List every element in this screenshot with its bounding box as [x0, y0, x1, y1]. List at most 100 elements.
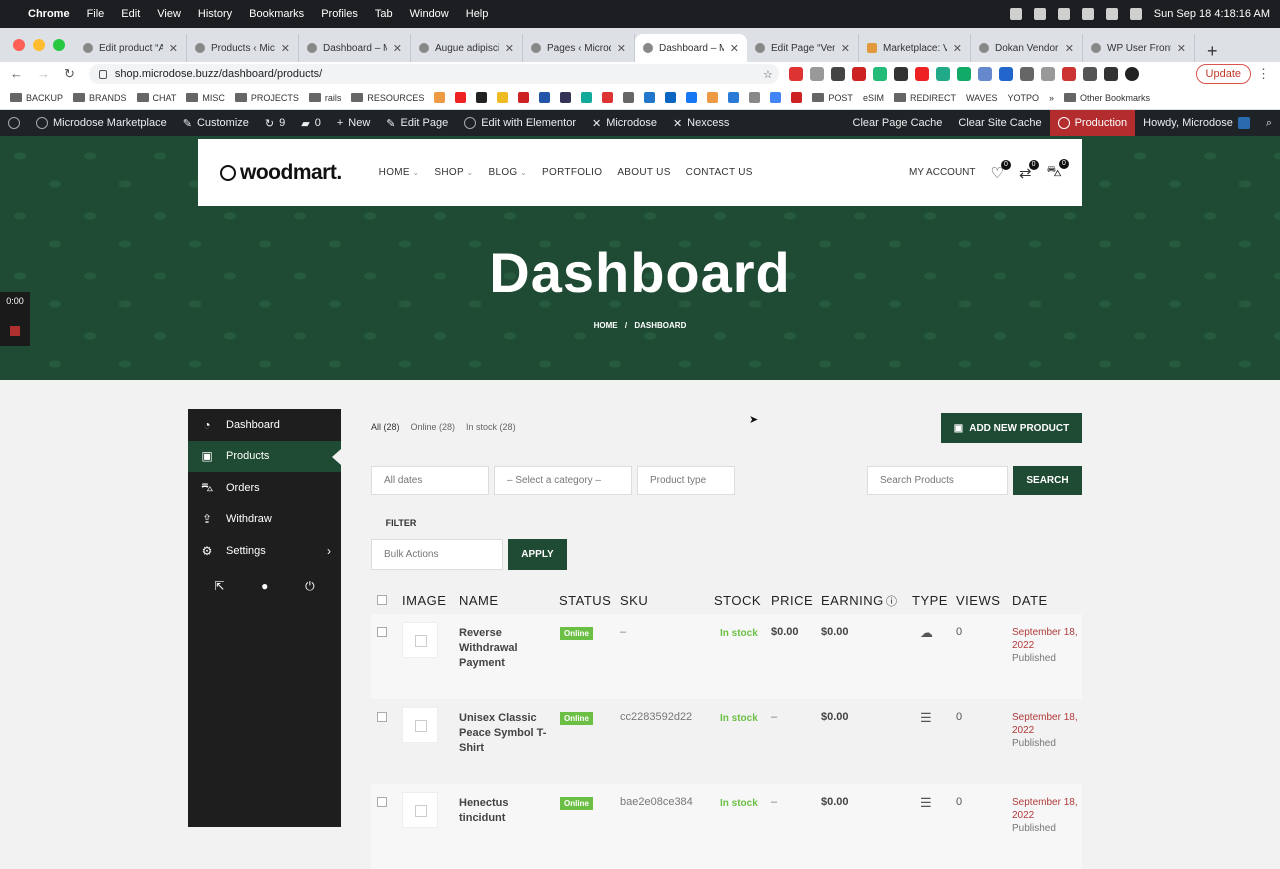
browser-tab[interactable]: Pages ‹ Microd ✕: [523, 34, 635, 62]
category-select[interactable]: – Select a category –: [494, 466, 632, 495]
search-button[interactable]: SEARCH: [1013, 466, 1082, 495]
bookmark-folder[interactable]: rails: [309, 93, 342, 103]
apply-button[interactable]: APPLY: [508, 539, 567, 570]
close-tab-icon[interactable]: ✕: [1065, 42, 1074, 55]
menu-profiles[interactable]: Profiles: [321, 8, 358, 20]
bookmark-folder[interactable]: CHAT: [137, 93, 177, 103]
search-icon[interactable]: [1129, 8, 1142, 20]
bookmark-icon[interactable]: [476, 92, 488, 103]
bookmark-icon[interactable]: [644, 92, 656, 103]
bookmark-icon[interactable]: [707, 92, 719, 103]
menu-tab[interactable]: Tab: [375, 8, 393, 20]
extension-icon[interactable]: [935, 67, 950, 81]
date-filter-select[interactable]: All dates: [371, 466, 489, 495]
stop-record-button[interactable]: [10, 326, 20, 336]
info-icon[interactable]: ⓘ: [886, 593, 898, 609]
bookmark-icon[interactable]: [623, 92, 635, 103]
menu-about[interactable]: ABOUT US: [617, 167, 670, 178]
product-type-select[interactable]: Product type: [637, 466, 735, 495]
bookmark-icon[interactable]: [455, 92, 467, 103]
close-tab-icon[interactable]: ✕: [617, 42, 626, 55]
sidebar-item-orders[interactable]: ⛍ Orders: [188, 472, 341, 504]
clock[interactable]: Sun Sep 18 4:18:16 AM: [1154, 8, 1270, 20]
extension-icon[interactable]: [893, 67, 908, 81]
bookmark-icon[interactable]: [581, 92, 593, 103]
bookmark-folder[interactable]: PROJECTS: [235, 93, 299, 103]
browser-tab[interactable]: Dashboard – M ✕: [299, 34, 411, 62]
extension-icon[interactable]: [851, 67, 866, 81]
bookmark-icon[interactable]: [518, 92, 530, 103]
breadcrumb-home[interactable]: HOME: [594, 321, 618, 330]
new-tab-icon[interactable]: +: [1207, 41, 1218, 62]
product-name-link[interactable]: Unisex Classic Peace Symbol T-Shirt: [459, 711, 547, 756]
production-badge[interactable]: Production: [1049, 110, 1136, 136]
clear-page-cache-link[interactable]: Clear Page Cache: [845, 110, 951, 136]
howdy-account[interactable]: Howdy, Microdose: [1135, 110, 1258, 136]
browser-tab[interactable]: Dokan Vendor D✕: [971, 34, 1083, 62]
bookmark-icon[interactable]: [602, 92, 614, 103]
new-content-link[interactable]: + New: [329, 110, 378, 136]
row-checkbox[interactable]: [377, 627, 387, 637]
wishlist-icon[interactable]: ♡ 0: [991, 159, 1011, 182]
filter-instock[interactable]: In stock (28): [466, 422, 516, 432]
menu-view[interactable]: View: [157, 8, 181, 20]
customize-link[interactable]: ✎ Customize: [175, 110, 257, 136]
extension-icon[interactable]: [977, 67, 992, 81]
sidebar-item-withdraw[interactable]: ⇪ Withdraw: [188, 504, 341, 536]
site-name-link[interactable]: Microdose Marketplace: [28, 110, 175, 136]
close-tab-icon[interactable]: ✕: [281, 42, 290, 55]
menu-help[interactable]: Help: [466, 8, 489, 20]
browser-tab-active[interactable]: Dashboard – M ✕: [635, 34, 747, 62]
close-tab-icon[interactable]: ✕: [505, 42, 514, 55]
minimize-window-button[interactable]: [33, 39, 45, 51]
comments-link[interactable]: ▰ 0: [293, 110, 329, 136]
extension-icon[interactable]: [956, 67, 971, 81]
filter-online[interactable]: Online (28): [411, 422, 456, 432]
product-thumbnail[interactable]: [402, 792, 438, 828]
close-tab-icon[interactable]: ✕: [730, 42, 739, 55]
microdose-link[interactable]: ✕ Microdose: [584, 110, 665, 136]
lock-icon[interactable]: [98, 69, 107, 79]
bookmark-folder[interactable]: BACKUP: [10, 93, 63, 103]
filter-button[interactable]: FILTER: [371, 509, 431, 536]
update-button[interactable]: Update: [1195, 64, 1251, 84]
row-checkbox[interactable]: [377, 712, 387, 722]
bookmark-icon[interactable]: [791, 92, 803, 103]
zoom-window-button[interactable]: [53, 39, 65, 51]
menu-portfolio[interactable]: PORTFOLIO: [542, 167, 602, 178]
close-tab-icon[interactable]: ✕: [393, 42, 402, 55]
bulk-actions-select[interactable]: Bulk Actions: [371, 539, 503, 570]
row-checkbox[interactable]: [377, 797, 387, 807]
bookmark-folder[interactable]: RESOURCES: [351, 93, 424, 103]
add-new-product-button[interactable]: ▣ ADD NEW PRODUCT: [941, 413, 1082, 443]
extension-icon[interactable]: [1061, 67, 1076, 81]
forward-icon[interactable]: →: [37, 66, 50, 82]
close-tab-icon[interactable]: ✕: [841, 42, 850, 55]
search-products-input[interactable]: Search Products: [867, 466, 1008, 495]
menu-blog[interactable]: BLOG: [488, 167, 527, 178]
column-name[interactable]: NAME: [459, 593, 499, 608]
browser-tab[interactable]: WP User Fronte✕: [1083, 34, 1195, 62]
filter-all[interactable]: All (28): [371, 422, 400, 432]
product-name-link[interactable]: Reverse Withdrawal Payment: [459, 626, 547, 671]
external-link-icon[interactable]: ⇱: [214, 579, 224, 594]
bookmark-icon[interactable]: [728, 92, 740, 103]
search-icon[interactable]: ⌕: [1258, 110, 1280, 136]
browser-tab[interactable]: Edit Page “Vend✕: [747, 34, 859, 62]
browser-tab[interactable]: Marketplace: V ✕: [859, 34, 971, 62]
product-thumbnail[interactable]: [402, 622, 438, 658]
product-name-link[interactable]: Henectus tincidunt: [459, 796, 547, 826]
bookmark-icon[interactable]: [560, 92, 572, 103]
user-icon[interactable]: ●: [261, 579, 268, 594]
other-bookmarks[interactable]: Other Bookmarks: [1064, 93, 1150, 103]
menu-bookmarks[interactable]: Bookmarks: [249, 8, 304, 20]
close-window-button[interactable]: [13, 39, 25, 51]
compare-icon[interactable]: ⇄ 0: [1019, 159, 1039, 182]
menu-dots-icon[interactable]: ⋮: [1257, 66, 1270, 82]
cart-icon[interactable]: ⛍ 0: [1047, 159, 1069, 182]
bookmark-link[interactable]: WAVES: [966, 93, 998, 103]
product-thumbnail[interactable]: [402, 707, 438, 743]
bookmark-link[interactable]: eSIM: [863, 93, 884, 103]
reload-icon[interactable]: ↻: [64, 66, 75, 82]
google-icon[interactable]: [770, 92, 782, 103]
